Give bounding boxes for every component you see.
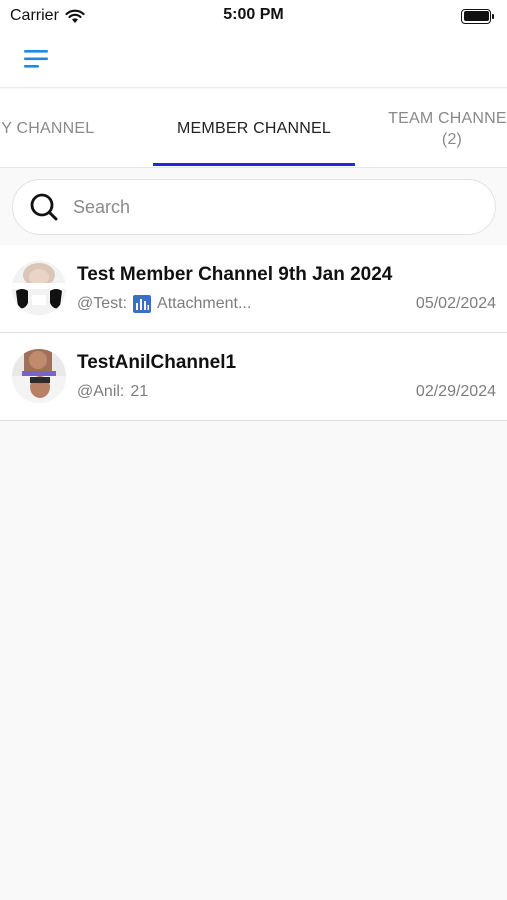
tab-member-channel-label: MEMBER CHANNEL bbox=[177, 119, 331, 137]
channel-list-item[interactable]: TestAnilChannel1 @Anil: 21 02/29/2024 bbox=[0, 333, 507, 421]
message-text: Attachment... bbox=[157, 295, 252, 312]
channel-title: Test Member Channel 9th Jan 2024 bbox=[77, 264, 393, 285]
channel-avatar bbox=[12, 349, 66, 403]
bar-chart-attachment-icon bbox=[133, 295, 152, 313]
channel-last-message: @Anil: 21 bbox=[77, 383, 148, 401]
channel-list: Test Member Channel 9th Jan 2024 @Test: … bbox=[0, 245, 507, 421]
search-input[interactable] bbox=[73, 196, 453, 218]
channel-last-message: @Test: Attachment... bbox=[77, 295, 251, 313]
channel-title: TestAnilChannel1 bbox=[77, 352, 237, 373]
battery-icon bbox=[461, 8, 494, 24]
tab-member-channel[interactable]: MEMBER CHANNEL bbox=[153, 89, 355, 167]
message-sender: @Test: bbox=[77, 295, 128, 312]
tab-my-channel[interactable]: MY CHANNEL bbox=[0, 89, 116, 167]
active-tab-indicator bbox=[153, 163, 355, 166]
hamburger-menu-icon[interactable] bbox=[24, 48, 50, 70]
channel-avatar bbox=[12, 261, 66, 315]
channel-date: 05/02/2024 bbox=[415, 295, 496, 312]
tab-my-channel-label: MY CHANNEL bbox=[0, 119, 95, 137]
app-header bbox=[0, 32, 507, 88]
search-bar[interactable] bbox=[12, 179, 496, 235]
channel-list-item[interactable]: Test Member Channel 9th Jan 2024 @Test: … bbox=[0, 245, 507, 333]
tab-team-channel[interactable]: TEAM CHANNEL (2) bbox=[372, 89, 507, 167]
status-bar: Carrier 5:00 PM bbox=[0, 0, 507, 32]
status-time: 5:00 PM bbox=[223, 6, 284, 23]
message-text: 21 bbox=[130, 383, 149, 400]
search-icon bbox=[30, 193, 58, 221]
message-sender: @Anil: bbox=[77, 383, 125, 400]
channel-tabs: MY CHANNEL MEMBER CHANNEL TEAM CHANNEL (… bbox=[0, 89, 507, 168]
tab-team-channel-count: (2) bbox=[441, 130, 463, 148]
tab-team-channel-label: TEAM CHANNEL bbox=[388, 109, 507, 127]
channel-date: 02/29/2024 bbox=[415, 383, 496, 400]
